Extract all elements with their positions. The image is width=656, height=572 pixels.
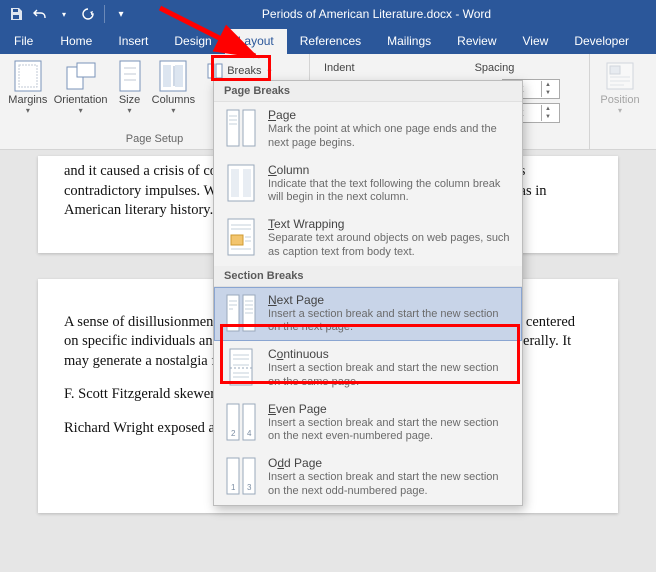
qat-customize-icon[interactable]: ▾ [113,6,129,22]
dd-item-title: Page [268,108,512,122]
chevron-down-icon: ▾ [618,106,622,115]
breaks-icon [207,63,223,79]
save-icon[interactable] [8,6,24,22]
svg-text:2: 2 [231,429,236,438]
spin-down-icon[interactable]: ▼ [542,89,554,97]
dd-item-desc: Insert a section break and start the new… [268,417,512,445]
column-break-icon [224,163,258,203]
tab-references[interactable]: References [287,29,374,54]
dd-item-title: Continuous [268,347,512,361]
dd-item-desc: Insert a section break and start the new… [268,308,512,336]
dd-item-desc: Mark the point at which one page ends an… [268,123,512,151]
size-icon [114,60,146,92]
chevron-down-icon: ▾ [128,106,132,115]
spin-up-icon[interactable]: ▲ [542,105,554,113]
even-page-icon: 24 [224,402,258,442]
svg-text:3: 3 [247,483,252,492]
dd-item-continuous[interactable]: Continuous Insert a section break and st… [214,341,522,396]
columns-icon [157,60,189,92]
chevron-down-icon: ▾ [171,106,175,115]
continuous-icon [224,347,258,387]
dd-item-title: Text Wrapping [268,217,512,231]
margins-icon [12,60,44,92]
chevron-down-icon: ▾ [267,67,271,76]
dd-item-text-wrapping[interactable]: Text Wrapping Separate text around objec… [214,211,522,266]
svg-text:4: 4 [247,429,252,438]
chevron-down-icon: ▾ [26,106,30,115]
window-title: Periods of American Literature.docx - Wo… [137,7,656,21]
columns-label: Columns [152,94,195,106]
spin-down-icon[interactable]: ▼ [542,113,554,121]
dd-item-odd-page[interactable]: 13 Odd Page Insert a section break and s… [214,450,522,505]
page-break-icon [224,108,258,148]
dd-item-column[interactable]: Column Indicate that the text following … [214,157,522,212]
quick-access-toolbar: ▾ ▾ [0,5,137,23]
svg-text:1: 1 [231,483,236,492]
dd-item-page[interactable]: Page Mark the point at which one page en… [214,102,522,157]
dd-item-title: Even Page [268,402,512,416]
spacing-heading: Spacing [475,62,515,74]
dd-item-desc: Indicate that the text following the col… [268,178,512,206]
tab-design[interactable]: Design [161,29,224,54]
ribbon-tabs: File Home Insert Design Layout Reference… [0,28,656,54]
columns-button[interactable]: Columns ▾ [150,58,198,117]
next-page-icon [224,293,258,333]
position-icon [604,60,636,92]
orientation-label: Orientation [54,94,108,106]
chevron-down-icon: ▾ [79,106,83,115]
tab-home[interactable]: Home [47,29,105,54]
margins-button[interactable]: Margins ▾ [6,58,50,117]
odd-page-icon: 13 [224,456,258,496]
group-arrange: Position ▾ [590,54,650,149]
title-bar: ▾ ▾ Periods of American Literature.docx … [0,0,656,28]
spin-up-icon[interactable]: ▲ [542,81,554,89]
dd-header-page-breaks: Page Breaks [214,81,522,102]
tab-review[interactable]: Review [444,29,509,54]
redo-icon[interactable] [80,6,96,22]
dd-item-desc: Separate text around objects on web page… [268,232,512,260]
qat-divider [104,5,105,23]
size-button[interactable]: Size ▾ [112,58,148,117]
dd-item-desc: Insert a section break and start the new… [268,471,512,499]
tab-layout[interactable]: Layout [225,29,287,54]
dd-item-desc: Insert a section break and start the new… [268,362,512,390]
margins-label: Margins [8,94,47,106]
dd-item-even-page[interactable]: 24 Even Page Insert a section break and … [214,396,522,451]
indent-heading: Indent [324,62,355,74]
breaks-button[interactable]: Breaks ▾ [203,60,299,82]
undo-caret-icon[interactable]: ▾ [56,6,72,22]
dd-item-title: Column [268,163,512,177]
dd-item-title: Odd Page [268,456,512,470]
breaks-dropdown: Page Breaks Page Mark the point at which… [213,80,523,506]
tab-view[interactable]: View [510,29,562,54]
text-wrapping-icon [224,217,258,257]
dd-item-next-page[interactable]: Next Page Insert a section break and sta… [214,287,522,342]
orientation-icon [65,60,97,92]
breaks-label: Breaks [227,65,261,77]
tab-insert[interactable]: Insert [105,29,161,54]
position-label: Position [600,94,639,106]
dd-header-section-breaks: Section Breaks [214,266,522,287]
tab-mailings[interactable]: Mailings [374,29,444,54]
dd-item-title: Next Page [268,293,512,307]
position-button: Position ▾ [596,58,644,117]
size-label: Size [119,94,140,106]
tab-file[interactable]: File [0,29,47,54]
tab-developer[interactable]: Developer [561,29,642,54]
orientation-button[interactable]: Orientation ▾ [52,58,110,117]
undo-icon[interactable] [32,6,48,22]
